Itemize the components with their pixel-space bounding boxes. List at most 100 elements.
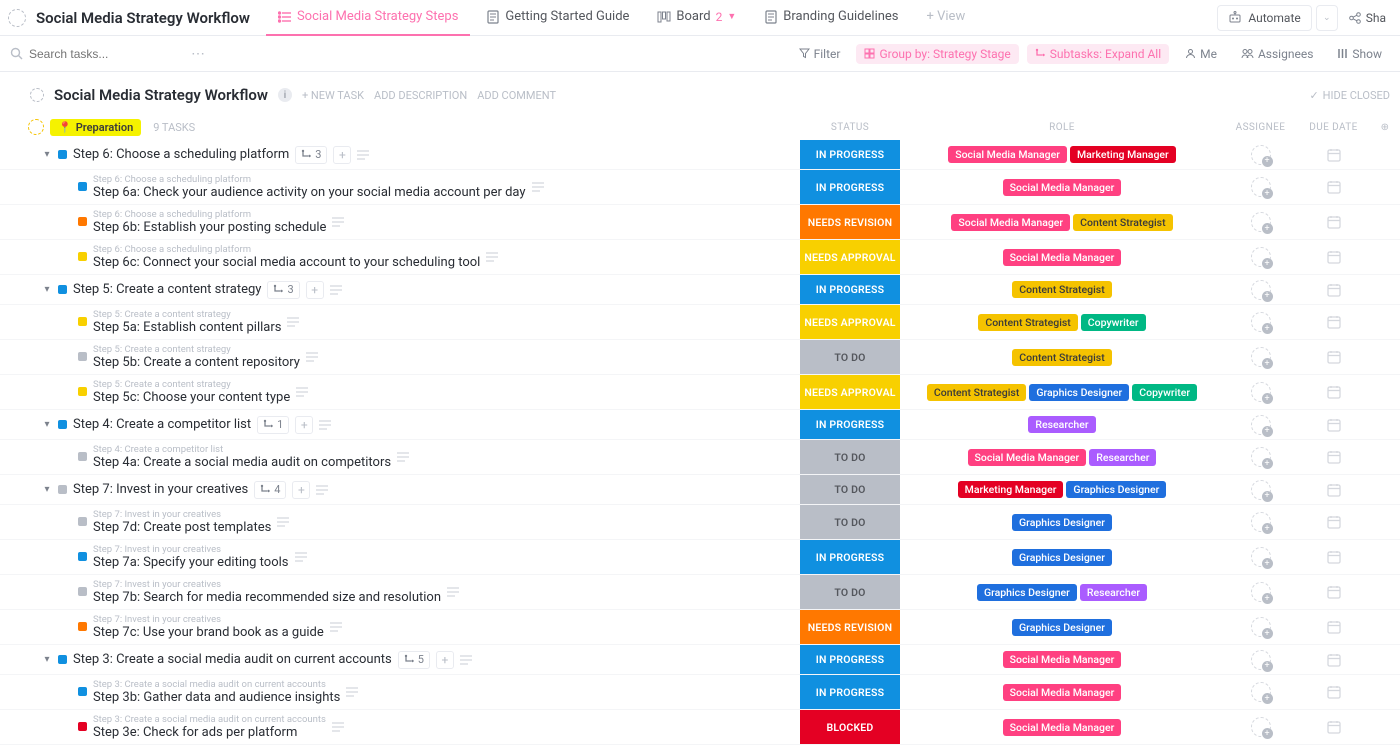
role-tag[interactable]: Marketing Manager: [958, 481, 1064, 498]
task-row[interactable]: Step 6: Choose a scheduling platformStep…: [0, 205, 1400, 240]
add-subtask-button[interactable]: +: [292, 481, 310, 499]
assignee-cell[interactable]: [1224, 382, 1297, 402]
role-cell[interactable]: Researcher: [900, 416, 1224, 433]
expand-toggle[interactable]: ▾: [42, 284, 52, 295]
description-icon[interactable]: [447, 587, 459, 597]
status-square-icon[interactable]: [78, 452, 87, 461]
role-tag[interactable]: Marketing Manager: [1070, 146, 1176, 163]
task-row[interactable]: Step 7: Invest in your creativesStep 7d:…: [0, 505, 1400, 540]
task-name[interactable]: Step 5c: Choose your content type: [93, 390, 290, 405]
status-square-icon[interactable]: [78, 317, 87, 326]
description-icon[interactable]: [277, 517, 289, 527]
add-assignee-icon[interactable]: [1251, 415, 1271, 435]
status-square-icon[interactable]: [78, 352, 87, 361]
task-name[interactable]: Step 6b: Establish your posting schedule: [93, 220, 326, 235]
role-tag[interactable]: Content Strategist: [927, 384, 1026, 401]
role-tag[interactable]: Graphics Designer: [1012, 619, 1112, 636]
description-icon[interactable]: [316, 485, 328, 495]
tab-getting-started[interactable]: Getting Started Guide: [474, 0, 641, 36]
status-square-icon[interactable]: [58, 285, 67, 294]
task-name[interactable]: Step 3: Create a social media audit on c…: [73, 652, 392, 667]
role-cell[interactable]: Social Media Manager: [900, 684, 1224, 701]
task-row[interactable]: ▾Step 5: Create a content strategy3+IN P…: [0, 275, 1400, 305]
new-task-button[interactable]: + NEW TASK: [302, 89, 364, 102]
task-name[interactable]: Step 4: Create a competitor list: [73, 417, 251, 432]
subtask-count-pill[interactable]: 5: [398, 651, 430, 669]
role-tag[interactable]: Social Media Manager: [1003, 651, 1122, 668]
task-name[interactable]: Step 6: Choose a scheduling platform: [73, 147, 289, 162]
groupby-chip[interactable]: Group by: Strategy Stage: [856, 44, 1018, 64]
role-tag[interactable]: Graphics Designer: [1029, 384, 1129, 401]
add-assignee-icon[interactable]: [1251, 280, 1271, 300]
add-assignee-icon[interactable]: [1251, 247, 1271, 267]
add-assignee-icon[interactable]: [1251, 512, 1271, 532]
status-cell[interactable]: NEEDS APPROVAL: [800, 375, 900, 409]
subtasks-chip[interactable]: Subtasks: Expand All: [1027, 44, 1169, 64]
assignee-cell[interactable]: [1224, 582, 1297, 602]
assignees-button[interactable]: Assignees: [1233, 44, 1321, 64]
group-pill[interactable]: 📍Preparation: [50, 119, 141, 136]
role-cell[interactable]: Social Media Manager: [900, 719, 1224, 736]
status-square-icon[interactable]: [58, 655, 67, 664]
role-cell[interactable]: Graphics Designer: [900, 549, 1224, 566]
description-icon[interactable]: [306, 352, 318, 362]
add-subtask-button[interactable]: +: [295, 416, 313, 434]
more-options-button[interactable]: ⋯: [187, 46, 209, 62]
role-cell[interactable]: Social Media Manager: [900, 651, 1224, 668]
share-button[interactable]: Sha: [1342, 0, 1392, 36]
description-icon[interactable]: [287, 317, 299, 327]
add-assignee-icon[interactable]: [1251, 650, 1271, 670]
filter-button[interactable]: Filter: [791, 44, 849, 64]
role-tag[interactable]: Copywriter: [1081, 314, 1146, 331]
role-cell[interactable]: Graphics DesignerResearcher: [900, 584, 1224, 601]
role-cell[interactable]: Content Strategist: [900, 349, 1224, 366]
role-cell[interactable]: Social Media ManagerMarketing Manager: [900, 146, 1224, 163]
status-cell[interactable]: TO DO: [800, 575, 900, 609]
role-cell[interactable]: Content StrategistCopywriter: [900, 314, 1224, 331]
due-date-cell[interactable]: [1297, 314, 1370, 330]
status-cell[interactable]: TO DO: [800, 505, 900, 539]
due-date-cell[interactable]: [1297, 652, 1370, 668]
role-cell[interactable]: Graphics Designer: [900, 619, 1224, 636]
automate-dropdown[interactable]: ⌄: [1316, 5, 1338, 31]
description-icon[interactable]: [332, 722, 344, 732]
assignee-cell[interactable]: [1224, 547, 1297, 567]
role-cell[interactable]: Content StrategistGraphics DesignerCopyw…: [900, 384, 1224, 401]
role-tag[interactable]: Social Media Manager: [1003, 179, 1122, 196]
due-date-cell[interactable]: [1297, 549, 1370, 565]
role-tag[interactable]: Social Media Manager: [1003, 249, 1122, 266]
assignee-cell[interactable]: [1224, 717, 1297, 737]
due-date-cell[interactable]: [1297, 482, 1370, 498]
search-input[interactable]: [29, 47, 179, 61]
add-comment-button[interactable]: ADD COMMENT: [477, 89, 556, 102]
description-icon[interactable]: [532, 182, 544, 192]
description-icon[interactable]: [346, 687, 358, 697]
task-row[interactable]: ▾Step 4: Create a competitor list1+IN PR…: [0, 410, 1400, 440]
task-name[interactable]: Step 4a: Create a social media audit on …: [93, 455, 391, 470]
task-name[interactable]: Step 7c: Use your brand book as a guide: [93, 625, 324, 640]
role-tag[interactable]: Content Strategist: [1012, 349, 1111, 366]
assignee-cell[interactable]: [1224, 650, 1297, 670]
assignee-cell[interactable]: [1224, 512, 1297, 532]
description-icon[interactable]: [296, 387, 308, 397]
due-date-cell[interactable]: [1297, 249, 1370, 265]
role-cell[interactable]: Graphics Designer: [900, 514, 1224, 531]
role-tag[interactable]: Social Media Manager: [1003, 719, 1122, 736]
due-date-cell[interactable]: [1297, 619, 1370, 635]
assignee-cell[interactable]: [1224, 177, 1297, 197]
add-assignee-icon[interactable]: [1251, 447, 1271, 467]
status-cell[interactable]: IN PROGRESS: [800, 540, 900, 574]
task-name[interactable]: Step 5b: Create a content repository: [93, 355, 300, 370]
task-name[interactable]: Step 7a: Specify your editing tools: [93, 555, 289, 570]
task-name[interactable]: Step 3b: Gather data and audience insigh…: [93, 690, 340, 705]
role-tag[interactable]: Content Strategist: [1073, 214, 1172, 231]
me-button[interactable]: Me: [1177, 44, 1225, 64]
task-row[interactable]: Step 3: Create a social media audit on c…: [0, 675, 1400, 710]
status-cell[interactable]: NEEDS REVISION: [800, 610, 900, 644]
task-row[interactable]: Step 5: Create a content strategyStep 5b…: [0, 340, 1400, 375]
automate-button[interactable]: Automate: [1217, 5, 1311, 31]
status-square-icon[interactable]: [78, 517, 87, 526]
task-row[interactable]: ▾Step 6: Choose a scheduling platform3+I…: [0, 140, 1400, 170]
add-assignee-icon[interactable]: [1251, 547, 1271, 567]
status-cell[interactable]: IN PROGRESS: [800, 410, 900, 439]
